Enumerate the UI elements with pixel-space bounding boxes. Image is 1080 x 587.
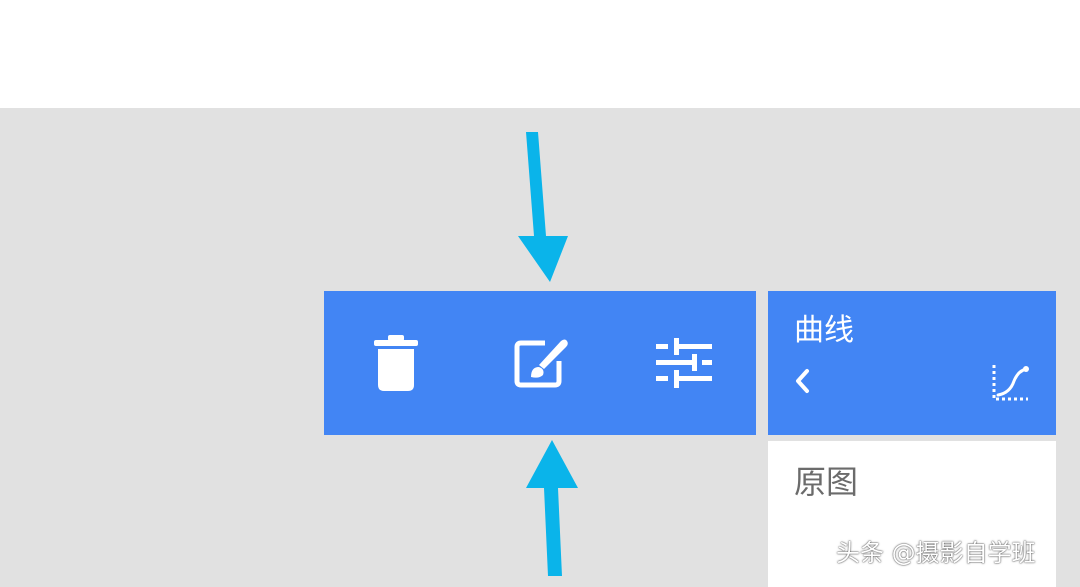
preset-item-original[interactable]: 原图 (794, 461, 858, 503)
brush-edit-button[interactable] (468, 291, 612, 435)
top-blank-area (0, 0, 1080, 108)
curve-tool-button[interactable] (986, 359, 1034, 407)
curve-icon (992, 365, 1029, 401)
annotation-arrow-down (518, 132, 568, 282)
curve-panel-title: 曲线 (794, 313, 854, 348)
back-button[interactable] (788, 367, 816, 395)
brush-edit-icon (514, 339, 568, 388)
edit-toolbar (324, 291, 756, 435)
curve-panel: 曲线 (768, 291, 1056, 435)
watermark: 头条 @摄影自学班 (836, 539, 1036, 567)
adjust-button[interactable] (612, 291, 756, 435)
annotation-arrow-up (526, 440, 578, 576)
trash-icon (374, 335, 418, 391)
sliders-icon (656, 338, 712, 388)
chevron-left-icon (796, 369, 809, 393)
delete-button[interactable] (324, 291, 468, 435)
